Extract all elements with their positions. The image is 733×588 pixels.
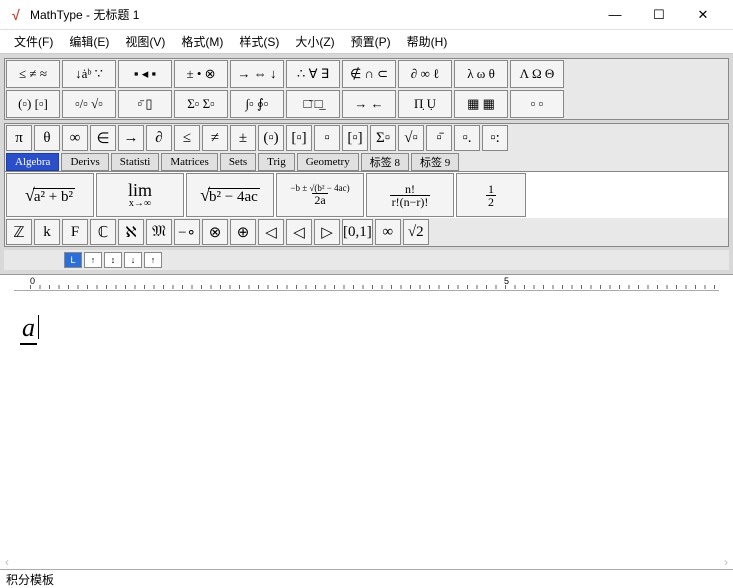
app-logo-icon: √ bbox=[8, 7, 24, 23]
palette4-btn-8[interactable]: ⊕ bbox=[230, 219, 256, 245]
mini-tool-4[interactable]: ↑ bbox=[144, 252, 162, 268]
ruler[interactable] bbox=[14, 275, 719, 291]
tab-标签-9[interactable]: 标签 9 bbox=[411, 153, 459, 171]
palette3-btn-3[interactable]: ∈ bbox=[90, 125, 116, 151]
palette1-btn-7[interactable]: ∂ ∞ ℓ bbox=[398, 60, 452, 88]
tab-matrices[interactable]: Matrices bbox=[161, 153, 217, 171]
tab-sets[interactable]: Sets bbox=[220, 153, 256, 171]
palette4-btn-2[interactable]: F bbox=[62, 219, 88, 245]
scroll-right-icon[interactable]: › bbox=[719, 555, 733, 569]
palette1-btn-9[interactable]: Λ Ω Θ bbox=[510, 60, 564, 88]
equation-content[interactable]: a bbox=[20, 313, 37, 345]
palette3-btn-9[interactable]: (▫) bbox=[258, 125, 284, 151]
palette3-btn-5[interactable]: ∂ bbox=[146, 125, 172, 151]
palette3-btn-10[interactable]: [▫] bbox=[286, 125, 312, 151]
menu-size[interactable]: 大小(Z) bbox=[287, 31, 342, 52]
palette1-btn-0[interactable]: ≤ ≠ ≈ bbox=[6, 60, 60, 88]
editor-canvas[interactable]: a bbox=[14, 291, 719, 569]
menu-help[interactable]: 帮助(H) bbox=[399, 31, 456, 52]
menu-file[interactable]: 文件(F) bbox=[6, 31, 61, 52]
palette2-btn-2[interactable]: ▫̄ ▯ bbox=[118, 90, 172, 118]
palette1-btn-8[interactable]: λ ω θ bbox=[454, 60, 508, 88]
palette3-btn-13[interactable]: Σ▫ bbox=[370, 125, 396, 151]
palette4-btn-5[interactable]: 𝔐 bbox=[146, 219, 172, 245]
palette1-btn-5[interactable]: ∴ ∀ ∃ bbox=[286, 60, 340, 88]
palette3-btn-0[interactable]: π bbox=[6, 125, 32, 151]
palette3-btn-16[interactable]: ▫. bbox=[454, 125, 480, 151]
menu-preset[interactable]: 预置(P) bbox=[343, 31, 399, 52]
tab-statisti[interactable]: Statisti bbox=[111, 153, 160, 171]
tab-derivs[interactable]: Derivs bbox=[61, 153, 108, 171]
palette3-btn-15[interactable]: ▫̄ bbox=[426, 125, 452, 151]
palette2-btn-7[interactable]: Π̣ Ụ bbox=[398, 90, 452, 118]
close-button[interactable]: ✕ bbox=[681, 0, 725, 30]
mini-tool-0[interactable]: L bbox=[64, 252, 82, 268]
tab-trig[interactable]: Trig bbox=[258, 153, 295, 171]
palette4-btn-3[interactable]: ℂ bbox=[90, 219, 116, 245]
palette4-btn-7[interactable]: ⊗ bbox=[202, 219, 228, 245]
palette4-btn-6[interactable]: −∘ bbox=[174, 219, 200, 245]
palette1-btn-4[interactable]: → ⇔ ↓ bbox=[230, 60, 284, 88]
formula-half[interactable]: 12 bbox=[456, 173, 526, 217]
palette3-btn-11[interactable]: ▫ bbox=[314, 125, 340, 151]
palette1-btn-6[interactable]: ∉ ∩ ⊂ bbox=[342, 60, 396, 88]
tab-algebra[interactable]: Algebra bbox=[6, 153, 59, 171]
palette3-btn-1[interactable]: θ bbox=[34, 125, 60, 151]
palette1-btn-3[interactable]: ± • ⊗ bbox=[174, 60, 228, 88]
symbol-palettes: ≤ ≠ ≈↓ȧᵇ ∵▪ ◂ ▪± • ⊗→ ⇔ ↓∴ ∀ ∃∉ ∩ ⊂∂ ∞ ℓ… bbox=[0, 54, 733, 275]
menu-style[interactable]: 样式(S) bbox=[231, 31, 287, 52]
status-text: 积分模板 bbox=[6, 573, 54, 587]
palette4-btn-10[interactable]: ◁ bbox=[286, 219, 312, 245]
formula-quadratic[interactable]: −b ± √(b² − 4ac)2a bbox=[276, 173, 364, 217]
minimize-button[interactable]: — bbox=[593, 0, 637, 30]
palette4-btn-14[interactable]: √2 bbox=[403, 219, 429, 245]
formula-limit[interactable]: limx→∞ bbox=[96, 173, 184, 217]
palette3-btn-7[interactable]: ≠ bbox=[202, 125, 228, 151]
palette2-btn-5[interactable]: □̄ □̲ bbox=[286, 90, 340, 118]
mini-tool-1[interactable]: ↑ bbox=[84, 252, 102, 268]
formula-pythag[interactable]: a² + b² bbox=[6, 173, 94, 217]
palette3-btn-2[interactable]: ∞ bbox=[62, 125, 88, 151]
maximize-button[interactable]: ☐ bbox=[637, 0, 681, 30]
palette2-btn-4[interactable]: ∫▫ ∮▫ bbox=[230, 90, 284, 118]
palette3-btn-14[interactable]: √▫ bbox=[398, 125, 424, 151]
menubar: 文件(F) 编辑(E) 视图(V) 格式(M) 样式(S) 大小(Z) 预置(P… bbox=[0, 30, 733, 54]
palette1-btn-1[interactable]: ↓ȧᵇ ∵ bbox=[62, 60, 116, 88]
palette2-btn-6[interactable]: → ← bbox=[342, 90, 396, 118]
menu-edit[interactable]: 编辑(E) bbox=[61, 31, 117, 52]
palette4-btn-4[interactable]: ℵ bbox=[118, 219, 144, 245]
text-cursor bbox=[38, 315, 39, 339]
menu-view[interactable]: 视图(V) bbox=[117, 31, 173, 52]
palette4-btn-0[interactable]: ℤ bbox=[6, 219, 32, 245]
tab-标签-8[interactable]: 标签 8 bbox=[361, 153, 409, 171]
palette3-btn-17[interactable]: ▫: bbox=[482, 125, 508, 151]
palette2-btn-8[interactable]: ▦ ▦ bbox=[454, 90, 508, 118]
mini-tool-3[interactable]: ↓ bbox=[124, 252, 142, 268]
palette2-btn-1[interactable]: ▫/▫ √▫ bbox=[62, 90, 116, 118]
palette3-btn-8[interactable]: ± bbox=[230, 125, 256, 151]
palette3-btn-6[interactable]: ≤ bbox=[174, 125, 200, 151]
formula-combination[interactable]: n!r!(n−r)! bbox=[366, 173, 454, 217]
palette3-btn-12[interactable]: [▫] bbox=[342, 125, 368, 151]
palette4-btn-1[interactable]: k bbox=[34, 219, 60, 245]
palette4-btn-9[interactable]: ◁ bbox=[258, 219, 284, 245]
palette1-btn-2[interactable]: ▪ ◂ ▪ bbox=[118, 60, 172, 88]
window-title: MathType - 无标题 1 bbox=[30, 6, 593, 23]
palette2-btn-0[interactable]: (▫) [▫] bbox=[6, 90, 60, 118]
palette3-btn-4[interactable]: → bbox=[118, 125, 144, 151]
tab-geometry[interactable]: Geometry bbox=[297, 153, 359, 171]
palette4-btn-12[interactable]: [0,1] bbox=[342, 219, 373, 245]
palette2-btn-3[interactable]: Σ▫ Σ▫ bbox=[174, 90, 228, 118]
palette2-btn-9[interactable]: ▫ ▫ bbox=[510, 90, 564, 118]
palette4-btn-11[interactable]: ▷ bbox=[314, 219, 340, 245]
formula-discriminant[interactable]: b² − 4ac bbox=[186, 173, 274, 217]
mini-tool-2[interactable]: ↕ bbox=[104, 252, 122, 268]
scroll-left-icon[interactable]: ‹ bbox=[0, 555, 14, 569]
menu-format[interactable]: 格式(M) bbox=[173, 31, 231, 52]
palette4-btn-13[interactable]: ∞ bbox=[375, 219, 401, 245]
statusbar: 积分模板 bbox=[0, 569, 733, 587]
